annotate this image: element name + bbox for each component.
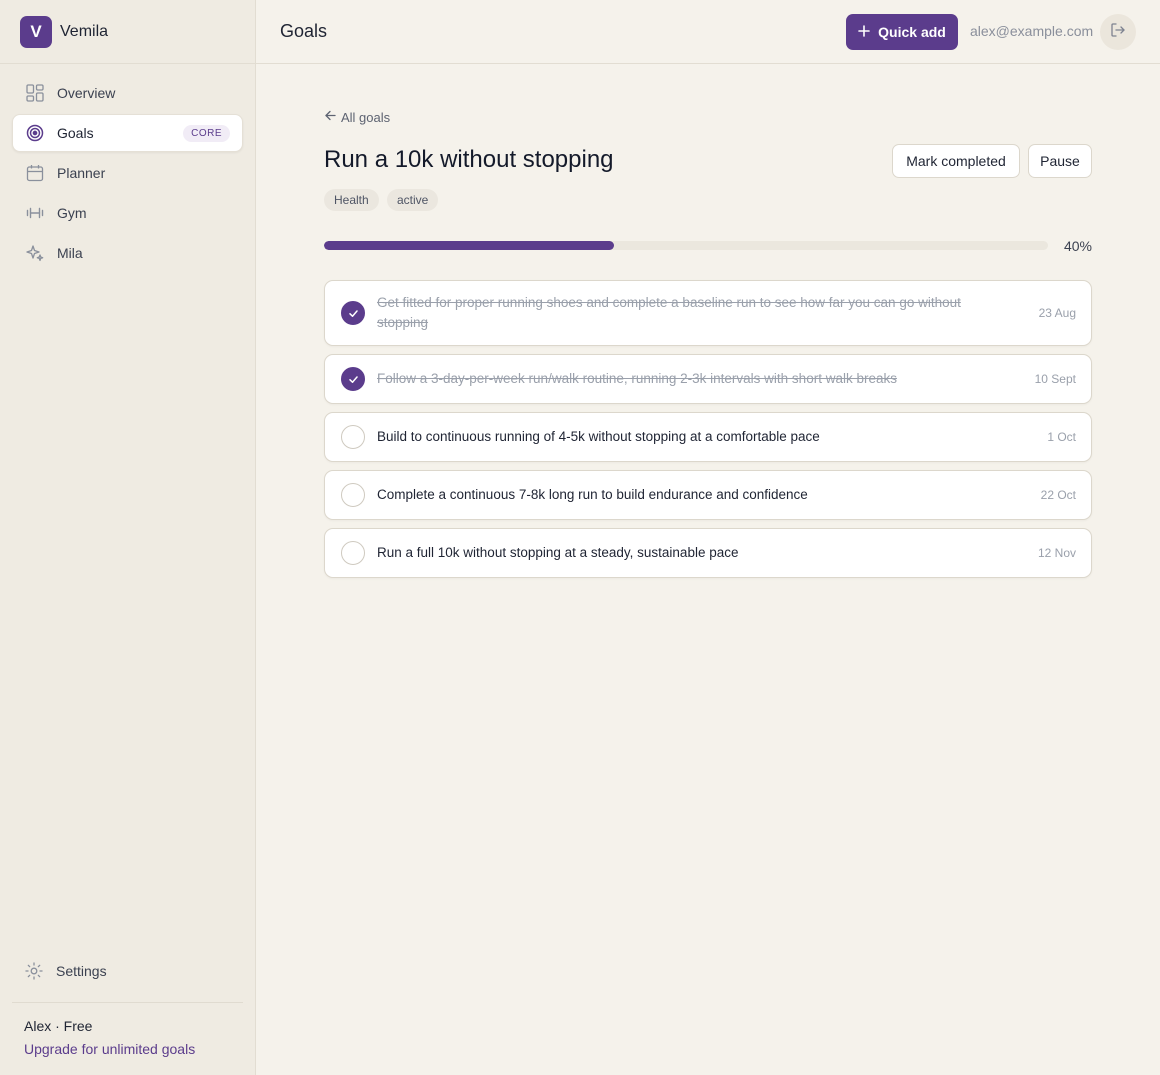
milestone-item: Build to continuous running of 4-5k with…	[324, 412, 1092, 462]
dumbbell-icon	[25, 203, 45, 223]
milestone-item: Run a full 10k without stopping at a ste…	[324, 528, 1092, 578]
progress-fill	[324, 241, 614, 250]
sidebar-item-label: Mila	[57, 245, 83, 261]
sidebar-item-label: Overview	[57, 85, 116, 101]
milestone-text: Build to continuous running of 4-5k with…	[377, 429, 820, 444]
grid-icon	[25, 83, 45, 103]
sidebar-item-gym[interactable]: Gym	[12, 194, 243, 232]
sidebar: V Vemila Overview Goals CORE Planner Gym…	[0, 0, 256, 1075]
sidebar-item-label: Gym	[57, 205, 87, 221]
milestone-date: 23 Aug	[1038, 306, 1076, 320]
sidebar-nav: Overview Goals CORE Planner Gym Mila	[0, 64, 255, 272]
sidebar-item-planner[interactable]: Planner	[12, 154, 243, 192]
topbar: Goals Quick add alex@example.com	[256, 0, 1160, 64]
milestone-date: 1 Oct	[1047, 430, 1076, 444]
milestone-text: Run a full 10k without stopping at a ste…	[377, 545, 739, 560]
quick-add-label: Quick add	[878, 24, 946, 40]
milestone-date: 12 Nov	[1037, 546, 1076, 560]
gear-icon	[24, 961, 44, 981]
sparkle-icon	[25, 243, 45, 263]
arrow-left-icon	[324, 109, 337, 125]
logout-button[interactable]	[1100, 14, 1136, 50]
back-link-label: All goals	[341, 109, 391, 125]
target-icon	[25, 123, 45, 143]
milestone-text: Follow a 3-day-per-week run/walk routine…	[377, 371, 897, 386]
user-email: alex@example.com	[970, 23, 1094, 39]
plus-icon	[858, 24, 870, 40]
settings-label: Settings	[56, 963, 107, 979]
sidebar-item-settings[interactable]: Settings	[12, 952, 243, 990]
status-tag: active	[387, 189, 439, 211]
core-badge: CORE	[183, 124, 230, 142]
upgrade-link[interactable]: Upgrade for unlimited goals	[24, 1041, 195, 1057]
milestone-text: Get fitted for proper running shoes and …	[377, 295, 961, 330]
quick-add-button[interactable]: Quick add	[846, 14, 958, 50]
logout-icon	[1110, 22, 1126, 43]
mark-completed-button[interactable]: Mark completed	[892, 144, 1020, 178]
progress-bar	[324, 241, 1048, 250]
calendar-icon	[25, 163, 45, 183]
milestone-text: Complete a continuous 7-8k long run to b…	[377, 487, 808, 502]
sidebar-item-mila[interactable]: Mila	[12, 234, 243, 272]
milestone-item: Complete a continuous 7-8k long run to b…	[324, 470, 1092, 520]
check-icon	[348, 375, 358, 383]
milestone-date: 22 Oct	[1040, 488, 1076, 502]
milestone-checkbox[interactable]	[341, 541, 365, 565]
sidebar-item-label: Goals	[57, 125, 94, 141]
page-title: Goals	[280, 21, 328, 41]
progress-percent: 40%	[1063, 238, 1092, 254]
brand[interactable]: V Vemila	[0, 0, 255, 64]
sidebar-item-label: Planner	[57, 165, 106, 181]
sidebar-item-goals[interactable]: Goals CORE	[12, 114, 243, 152]
sidebar-divider	[12, 1002, 243, 1003]
milestone-checkbox[interactable]	[341, 425, 365, 449]
pause-button[interactable]: Pause	[1028, 144, 1092, 178]
milestone-checkbox[interactable]	[341, 483, 365, 507]
milestone-checkbox[interactable]	[341, 367, 365, 391]
back-link[interactable]: All goals	[324, 109, 390, 125]
goal-title: Run a 10k without stopping	[324, 146, 614, 173]
milestone-item: Get fitted for proper running shoes and …	[324, 280, 1092, 346]
user-plan: Alex · Free	[24, 1018, 93, 1034]
milestone-checkbox[interactable]	[341, 301, 365, 325]
milestone-date: 10 Sept	[1034, 372, 1076, 386]
sidebar-item-overview[interactable]: Overview	[12, 74, 243, 112]
category-tag: Health	[324, 189, 379, 211]
brand-name: Vemila	[60, 22, 109, 40]
milestone-list: Get fitted for proper running shoes and …	[324, 280, 1092, 586]
brand-logo: V	[20, 15, 52, 48]
milestone-item: Follow a 3-day-per-week run/walk routine…	[324, 354, 1092, 404]
check-icon	[348, 309, 358, 317]
